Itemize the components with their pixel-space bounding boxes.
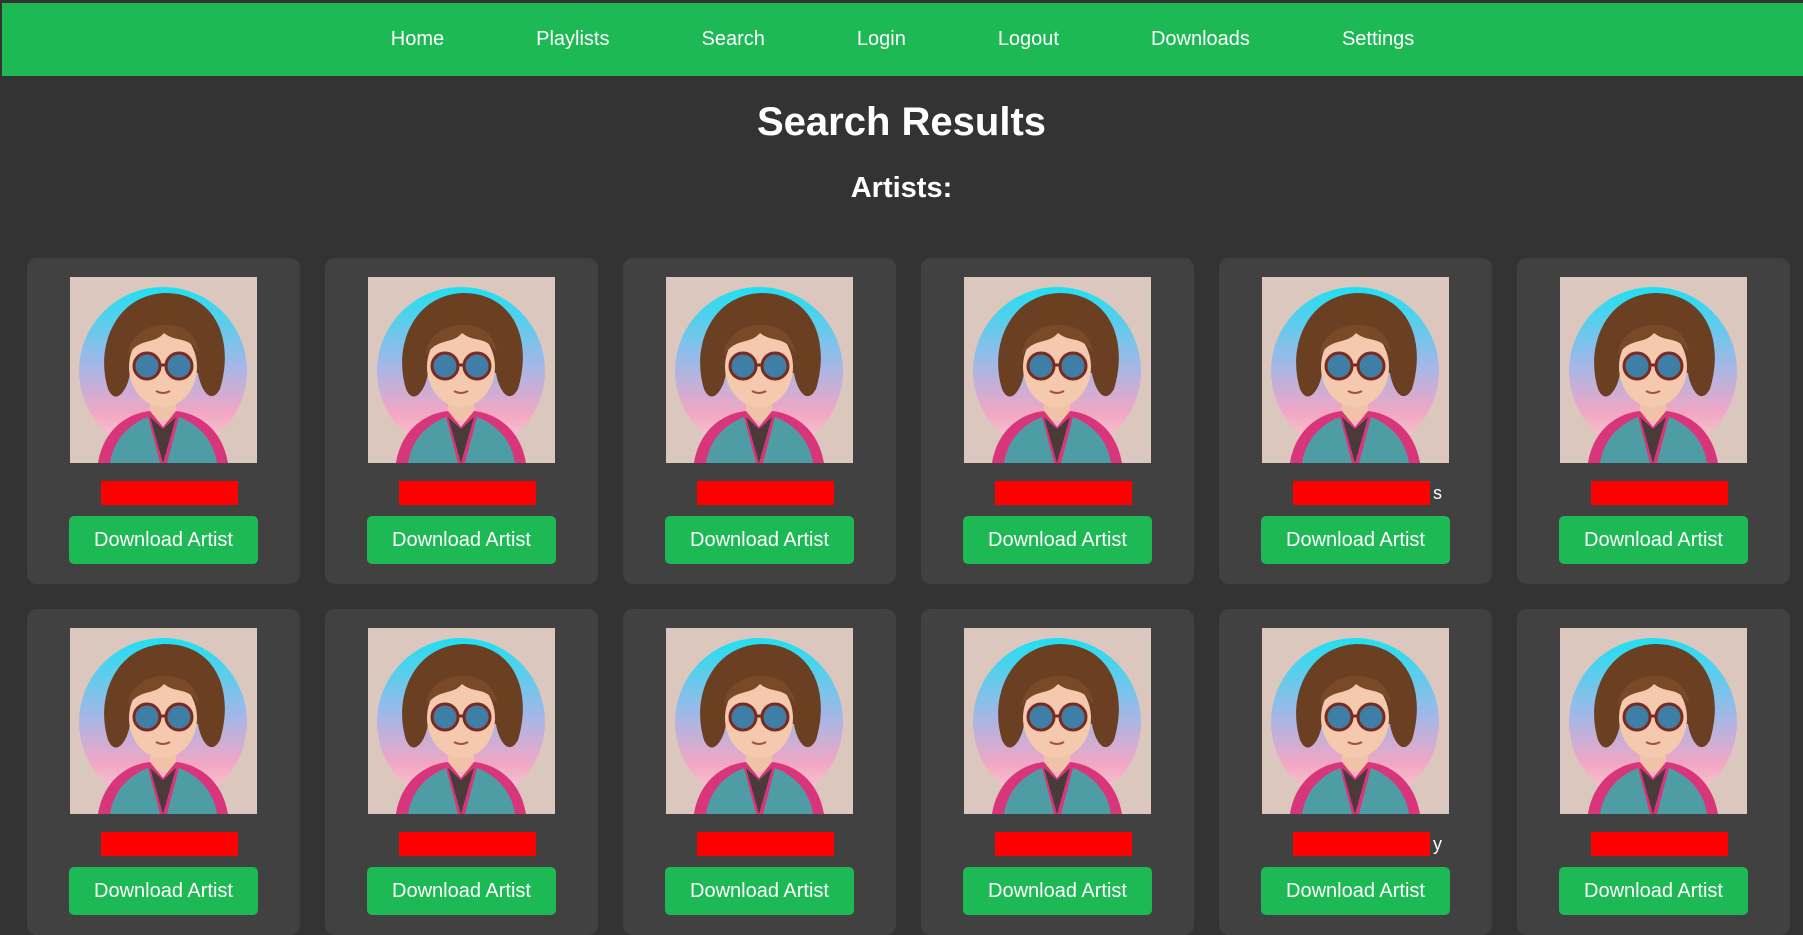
page-title: Search Results xyxy=(756,100,1047,144)
artist-name-redacted xyxy=(1293,832,1430,856)
artist-avatar xyxy=(964,628,1151,814)
artist-name-redacted xyxy=(101,481,238,505)
artist-avatar xyxy=(964,277,1151,463)
artist-card: Download Artist xyxy=(325,609,598,935)
artist-avatar xyxy=(1262,628,1449,814)
download-artist-button[interactable]: Download Artist xyxy=(1261,516,1450,564)
artist-name-visible-part: s xyxy=(1433,483,1442,503)
artist-avatar xyxy=(70,628,257,814)
download-artist-button[interactable]: Download Artist xyxy=(963,867,1152,915)
artist-name-redacted xyxy=(399,832,536,856)
artist-card: Download Artist xyxy=(27,609,300,935)
nav-home[interactable]: Home xyxy=(391,28,444,51)
artist-avatar xyxy=(1560,277,1747,463)
artist-avatar xyxy=(1262,277,1449,463)
artist-card: Download Artist xyxy=(623,258,896,584)
artist-grid: Download Artist Download Artist Download A… xyxy=(27,258,1792,935)
artist-avatar xyxy=(368,277,555,463)
top-navbar: Home Playlists Search Login Logout Downl… xyxy=(2,3,1803,76)
artist-name-redacted xyxy=(995,832,1132,856)
download-artist-button[interactable]: Download Artist xyxy=(665,867,854,915)
artist-name-redacted xyxy=(101,832,238,856)
artist-avatar xyxy=(666,277,853,463)
artist-card: Download Artist xyxy=(921,609,1194,935)
artist-avatar xyxy=(666,628,853,814)
artist-avatar xyxy=(368,628,555,814)
download-artist-button[interactable]: Download Artist xyxy=(69,867,258,915)
artist-card: Download Artist xyxy=(1517,258,1790,584)
artist-avatar xyxy=(1560,628,1747,814)
artists-section-title: Artists: xyxy=(850,172,953,204)
download-artist-button[interactable]: Download Artist xyxy=(69,516,258,564)
artist-card: Download Artist xyxy=(325,258,598,584)
download-artist-button[interactable]: Download Artist xyxy=(367,516,556,564)
download-artist-button[interactable]: Download Artist xyxy=(665,516,854,564)
download-artist-button[interactable]: Download Artist xyxy=(367,867,556,915)
nav-downloads[interactable]: Downloads xyxy=(1151,28,1250,51)
artist-avatar xyxy=(70,277,257,463)
artist-card: s Download Artist xyxy=(1219,258,1492,584)
artist-card: Download Artist xyxy=(1517,609,1790,935)
artist-name-redacted xyxy=(697,481,834,505)
nav-search[interactable]: Search xyxy=(702,28,765,51)
artist-card: Download Artist xyxy=(623,609,896,935)
artist-name-redacted xyxy=(1591,481,1728,505)
artist-card: y Download Artist xyxy=(1219,609,1492,935)
artist-name-redacted xyxy=(399,481,536,505)
nav-settings[interactable]: Settings xyxy=(1342,28,1414,51)
artist-name-redacted xyxy=(995,481,1132,505)
download-artist-button[interactable]: Download Artist xyxy=(1559,867,1748,915)
artist-card: Download Artist xyxy=(27,258,300,584)
artist-name-redacted xyxy=(697,832,834,856)
download-artist-button[interactable]: Download Artist xyxy=(963,516,1152,564)
artist-name-redacted xyxy=(1591,832,1728,856)
artist-name-visible-part: y xyxy=(1433,834,1442,854)
download-artist-button[interactable]: Download Artist xyxy=(1559,516,1748,564)
artist-card: Download Artist xyxy=(921,258,1194,584)
download-artist-button[interactable]: Download Artist xyxy=(1261,867,1450,915)
nav-login[interactable]: Login xyxy=(857,28,906,51)
nav-playlists[interactable]: Playlists xyxy=(536,28,609,51)
artist-name-redacted xyxy=(1293,481,1430,505)
nav-logout[interactable]: Logout xyxy=(998,28,1059,51)
